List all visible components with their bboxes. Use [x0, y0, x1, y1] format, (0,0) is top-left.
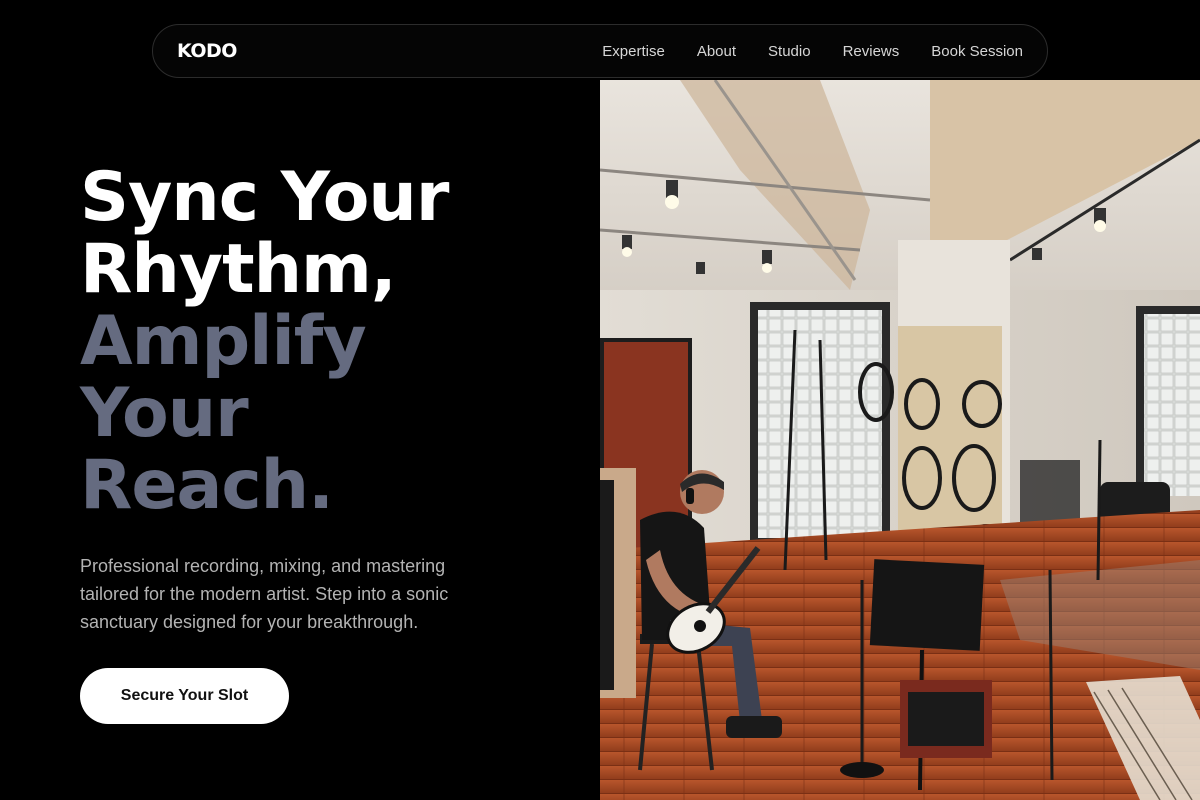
secure-slot-button[interactable]: Secure Your Slot: [80, 668, 289, 724]
nav-link-studio[interactable]: Studio: [768, 43, 811, 60]
nav-links: Expertise About Studio Reviews Book Sess…: [602, 43, 1023, 60]
headline-line: Sync Your: [80, 158, 449, 237]
headline-line: Rhythm,: [80, 230, 397, 309]
top-navbar: KODO Expertise About Studio Reviews Book…: [152, 24, 1048, 78]
nav-link-expertise[interactable]: Expertise: [602, 43, 665, 60]
hero-headline: Sync Your Rhythm, Amplify Your Reach.: [80, 162, 580, 522]
nav-link-reviews[interactable]: Reviews: [843, 43, 900, 60]
studio-photo: [600, 80, 1200, 800]
headline-line: Your: [80, 374, 249, 453]
hero-section: Sync Your Rhythm, Amplify Your Reach. Pr…: [80, 162, 580, 636]
brand-logo[interactable]: KODO: [177, 40, 237, 62]
nav-link-book-session[interactable]: Book Session: [931, 43, 1023, 60]
headline-line: Amplify: [80, 302, 367, 381]
hero-subtext: Professional recording, mixing, and mast…: [80, 556, 449, 632]
nav-link-about[interactable]: About: [697, 43, 736, 60]
headline-line: Reach.: [80, 446, 334, 525]
